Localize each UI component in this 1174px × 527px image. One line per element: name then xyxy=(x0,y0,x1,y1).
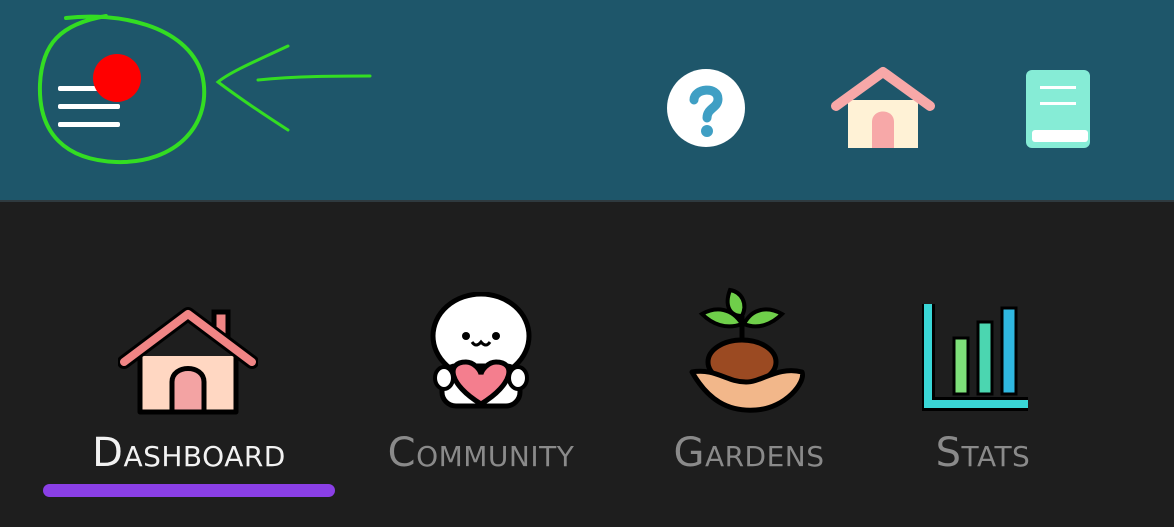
book-icon xyxy=(1026,70,1090,148)
bottom-tab-bar: Dashboard Community Gardens Stats xyxy=(0,202,1174,527)
tab-label-stats: Stats xyxy=(935,430,1031,476)
tab-gardens[interactable]: Gardens xyxy=(660,202,838,527)
help-button[interactable] xyxy=(666,68,746,148)
house-icon xyxy=(831,67,935,148)
guide-button[interactable] xyxy=(1024,68,1092,150)
tab-stats[interactable]: Stats xyxy=(900,202,1066,527)
house-icon xyxy=(118,307,258,415)
notification-dot xyxy=(93,54,141,102)
top-app-bar xyxy=(0,0,1174,200)
annotation-arrow xyxy=(215,44,372,132)
menu-button[interactable] xyxy=(36,14,208,170)
tab-dashboard[interactable]: Dashboard xyxy=(40,202,338,527)
tab-community[interactable]: Community xyxy=(370,202,592,527)
sprout-in-hand-icon xyxy=(689,287,805,413)
tab-label-community: Community xyxy=(387,430,575,476)
question-mark-icon xyxy=(667,69,745,147)
tab-label-dashboard: Dashboard xyxy=(92,430,286,476)
bar-chart-icon xyxy=(922,304,1028,411)
home-button[interactable] xyxy=(830,66,936,150)
tab-label-gardens: Gardens xyxy=(673,430,825,476)
active-tab-indicator xyxy=(43,484,335,497)
heart-mascot-icon xyxy=(430,292,532,409)
